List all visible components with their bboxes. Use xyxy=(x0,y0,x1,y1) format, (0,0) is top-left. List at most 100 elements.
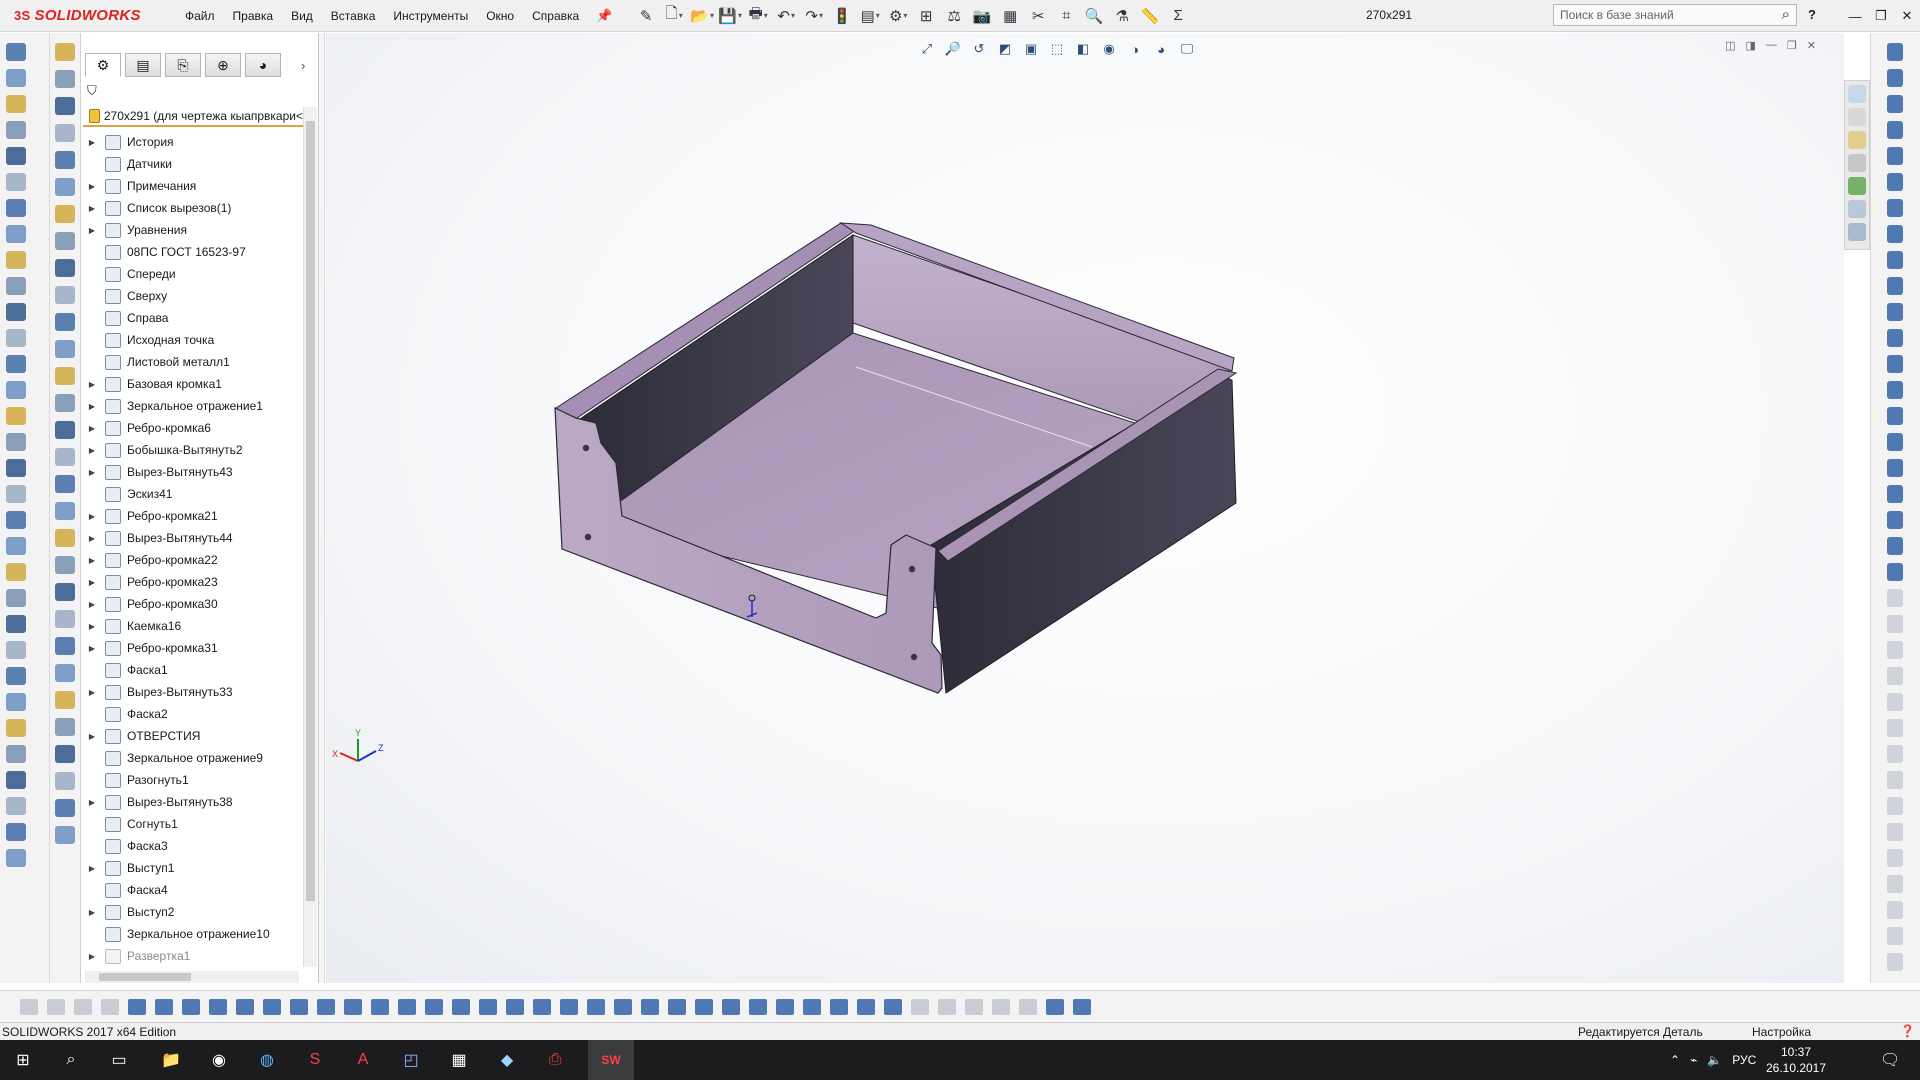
selection-tool-icon[interactable] xyxy=(74,999,92,1015)
feature-tree-item[interactable]: ▶ Ребро-кромка23 xyxy=(81,571,303,593)
expand-arrow-icon[interactable]: ▶ xyxy=(87,556,97,565)
feature-tree-item[interactable]: Эскиз41 xyxy=(81,483,303,505)
solidworks-logo[interactable]: 3S SOLIDWORKS xyxy=(0,0,156,32)
sketch-tool-icon[interactable] xyxy=(1887,563,1903,581)
selection-tool-icon[interactable] xyxy=(479,999,497,1015)
pdf-icon[interactable]: ⎙ xyxy=(540,1046,570,1074)
menu-help[interactable]: Справка xyxy=(523,0,588,32)
sketch-tool-icon[interactable] xyxy=(1887,329,1903,347)
feature-tool-icon[interactable] xyxy=(6,693,26,711)
selection-tool-icon[interactable] xyxy=(911,999,929,1015)
selection-tool-icon[interactable] xyxy=(371,999,389,1015)
analysis-icon[interactable]: ⚗ xyxy=(1110,4,1134,28)
app-icon[interactable]: ◰ xyxy=(396,1046,426,1074)
sheet-metal-tool-icon[interactable] xyxy=(55,826,75,844)
feature-tool-icon[interactable] xyxy=(6,771,26,789)
sketch-tool-icon[interactable] xyxy=(1887,459,1903,477)
pin-icon[interactable]: 📌 xyxy=(596,8,612,24)
feature-tree-item[interactable]: Исходная точка xyxy=(81,329,303,351)
sketch-tool-icon[interactable] xyxy=(1887,433,1903,451)
feature-tree-item[interactable]: Спереди xyxy=(81,263,303,285)
sheet-metal-tool-icon[interactable] xyxy=(55,124,75,142)
feature-tool-icon[interactable] xyxy=(6,797,26,815)
app-icon[interactable]: ◆ xyxy=(492,1046,522,1074)
scrollbar-thumb[interactable] xyxy=(306,121,315,901)
feature-tree-item[interactable]: ▶ Бобышка-Вытянуть2 xyxy=(81,439,303,461)
selection-tool-icon[interactable] xyxy=(830,999,848,1015)
volume-icon[interactable]: 🔈 xyxy=(1707,1053,1722,1067)
search-icon[interactable]: ⌕ xyxy=(1782,6,1790,23)
selection-tool-icon[interactable] xyxy=(668,999,686,1015)
ruler-icon[interactable]: 📏 xyxy=(1138,4,1162,28)
sketch-tool-icon[interactable] xyxy=(1887,147,1903,165)
feature-tree-item[interactable]: ▶ Вырез-Вытянуть33 xyxy=(81,681,303,703)
feature-tool-icon[interactable] xyxy=(6,173,26,191)
sketch-tool-icon[interactable] xyxy=(1887,849,1903,867)
selection-tool-icon[interactable] xyxy=(128,999,146,1015)
view-palette-icon[interactable] xyxy=(1848,154,1866,172)
expand-arrow-icon[interactable]: ▶ xyxy=(87,138,97,147)
feature-tool-icon[interactable] xyxy=(6,615,26,633)
close-icon[interactable]: ✕ xyxy=(1894,8,1920,24)
selection-tool-icon[interactable] xyxy=(722,999,740,1015)
expand-arrow-icon[interactable]: ▶ xyxy=(87,622,97,631)
selection-tool-icon[interactable] xyxy=(533,999,551,1015)
feature-tree-item[interactable]: ▶ Примечания xyxy=(81,175,303,197)
sigma-icon[interactable]: Σ xyxy=(1166,4,1190,28)
feature-tree-tab-icon[interactable]: ⚙ xyxy=(85,53,121,77)
file-explorer-icon[interactable] xyxy=(1848,131,1866,149)
feature-tool-icon[interactable] xyxy=(6,719,26,737)
autocad-icon[interactable]: A xyxy=(348,1046,378,1074)
sketch-tool-icon[interactable] xyxy=(1887,641,1903,659)
sheet-metal-tool-icon[interactable] xyxy=(55,475,75,493)
sketch-tool-icon[interactable] xyxy=(1887,121,1903,139)
sketch-tool-icon[interactable] xyxy=(1887,953,1903,971)
feature-tree-item[interactable]: Фаска4 xyxy=(81,879,303,901)
smart-dimension-icon[interactable]: ✎ xyxy=(634,4,658,28)
sketch-tool-icon[interactable] xyxy=(1887,251,1903,269)
feature-tree-item[interactable]: Справа xyxy=(81,307,303,329)
sheet-metal-tool-icon[interactable] xyxy=(55,340,75,358)
feature-tree-item[interactable]: Сверху xyxy=(81,285,303,307)
table-icon[interactable]: ▦ xyxy=(998,4,1022,28)
sheet-metal-tool-icon[interactable] xyxy=(55,70,75,88)
feature-tree-item[interactable]: ▶ Каемка16 xyxy=(81,615,303,637)
network-icon[interactable]: ⌁ xyxy=(1690,1053,1697,1067)
sketch-tool-icon[interactable] xyxy=(1887,537,1903,555)
feature-tool-icon[interactable] xyxy=(6,43,26,61)
clock[interactable]: 10:37 26.10.2017 xyxy=(1760,1044,1832,1076)
sheet-metal-tool-icon[interactable] xyxy=(55,583,75,601)
sheet-metal-tool-icon[interactable] xyxy=(55,745,75,763)
feature-tool-icon[interactable] xyxy=(6,225,26,243)
sheet-metal-tool-icon[interactable] xyxy=(55,529,75,547)
feature-tool-icon[interactable] xyxy=(6,95,26,113)
feature-tree-item[interactable]: ▶ Ребро-кромка6 xyxy=(81,417,303,439)
solidworks-taskbar-icon[interactable]: S xyxy=(300,1046,330,1074)
design-library-icon[interactable] xyxy=(1848,108,1866,126)
file-properties-icon[interactable]: ▤ ▾ xyxy=(858,4,882,28)
feature-tool-icon[interactable] xyxy=(6,303,26,321)
sheet-metal-tool-icon[interactable] xyxy=(55,421,75,439)
cut-list-icon[interactable]: ✂ xyxy=(1026,4,1050,28)
sketch-tool-icon[interactable] xyxy=(1887,225,1903,243)
feature-tree-item[interactable]: ▶ Зеркальное отражение1 xyxy=(81,395,303,417)
tree-horizontal-scrollbar[interactable] xyxy=(85,971,299,983)
feature-tree-item[interactable]: Датчики xyxy=(81,153,303,175)
expand-arrow-icon[interactable]: ▶ xyxy=(87,688,97,697)
sketch-tool-icon[interactable] xyxy=(1887,927,1903,945)
sheet-metal-tool-icon[interactable] xyxy=(55,691,75,709)
feature-tool-icon[interactable] xyxy=(6,147,26,165)
feature-tree-item[interactable]: ▶ Выступ2 xyxy=(81,901,303,923)
custom-properties-icon[interactable] xyxy=(1848,200,1866,218)
selection-tool-icon[interactable] xyxy=(695,999,713,1015)
sheet-metal-tool-icon[interactable] xyxy=(55,448,75,466)
feature-tool-icon[interactable] xyxy=(6,329,26,347)
sheet-metal-tool-icon[interactable] xyxy=(55,610,75,628)
menu-tools[interactable]: Инструменты xyxy=(384,0,477,32)
sketch-tool-icon[interactable] xyxy=(1887,381,1903,399)
selection-tool-icon[interactable] xyxy=(452,999,470,1015)
tray-expand-icon[interactable]: ⌃ xyxy=(1670,1053,1680,1067)
selection-tool-icon[interactable] xyxy=(398,999,416,1015)
sheet-metal-tool-icon[interactable] xyxy=(55,664,75,682)
sketch-tool-icon[interactable] xyxy=(1887,589,1903,607)
